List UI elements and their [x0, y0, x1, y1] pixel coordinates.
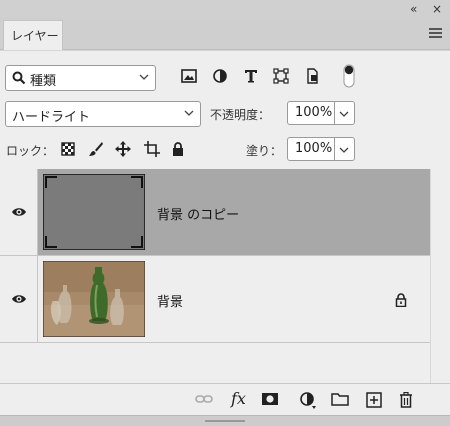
type-filter-icon[interactable]: [242, 67, 260, 85]
smart-object-filter-icon[interactable]: [303, 67, 321, 85]
filter-kind-label: 種類: [30, 74, 57, 89]
panel-title-bar: « ×: [0, 0, 450, 18]
fx-icon[interactable]: fx: [231, 389, 246, 408]
artboard-crop-icon[interactable]: [144, 141, 160, 157]
visibility-toggle[interactable]: [0, 169, 38, 255]
layer-name: 背景: [157, 295, 184, 310]
chevron-down-icon: [139, 74, 149, 80]
filter-kind-select[interactable]: 種類: [5, 65, 156, 91]
blend-mode-value: ハードライト: [12, 110, 91, 125]
blend-mode-select[interactable]: ハードライト: [5, 101, 201, 127]
lock-label: ロック：: [6, 144, 55, 158]
link-layers-icon[interactable]: [195, 392, 213, 406]
visibility-toggle[interactable]: [0, 256, 38, 342]
layers-panel-body: 種類 ハードライト 不透明度： 100% ロック： 塗り： 100% 背景 のコ…: [0, 51, 450, 383]
trash-icon[interactable]: [399, 392, 413, 408]
adjustment-layer-icon[interactable]: [299, 392, 319, 410]
eye-icon: [12, 208, 26, 216]
adjustment-filter-icon[interactable]: [211, 67, 229, 85]
chevron-down-icon: [184, 110, 194, 116]
fill-input[interactable]: 100%: [287, 137, 335, 161]
lock-icon: [395, 293, 407, 307]
search-icon: [12, 71, 26, 85]
layer-row-background-copy[interactable]: 背景 のコピー: [0, 169, 430, 256]
opacity-label: 不透明度：: [210, 108, 271, 122]
chevron-down-icon: [339, 147, 349, 153]
layer-row-background[interactable]: 背景: [0, 256, 430, 343]
fill-dropdown[interactable]: [335, 137, 355, 161]
filter-toggle-switch[interactable]: [342, 63, 356, 89]
lock-transparent-pixels-icon[interactable]: [60, 141, 76, 157]
panel-tab-bar: レイヤー: [0, 18, 450, 50]
opacity-input[interactable]: 100%: [287, 101, 335, 125]
double-chevron-left-icon[interactable]: «: [410, 1, 417, 17]
chevron-down-icon: [339, 111, 349, 117]
image-filter-icon[interactable]: [180, 67, 198, 85]
group-folder-icon[interactable]: [331, 392, 349, 406]
brush-icon[interactable]: [88, 141, 104, 157]
layer-thumbnail-bottle-photo[interactable]: [43, 261, 145, 337]
opacity-value: 100%: [295, 105, 333, 120]
layer-name: 背景 のコピー: [157, 208, 240, 223]
fill-value: 100%: [295, 141, 333, 156]
layer-list-scrollbar[interactable]: [430, 169, 450, 383]
layers-panel-footer: fx: [0, 383, 450, 415]
close-icon[interactable]: ×: [432, 1, 442, 17]
eye-icon: [12, 295, 26, 303]
tab-layers[interactable]: レイヤー: [3, 20, 63, 50]
layer-thumbnail-copy[interactable]: [43, 174, 145, 250]
new-layer-icon[interactable]: [366, 392, 382, 408]
panel-resize-grip[interactable]: [0, 415, 450, 426]
opacity-dropdown[interactable]: [335, 101, 355, 125]
lock-all-icon[interactable]: [170, 141, 186, 157]
tab-layers-label: レイヤー: [11, 29, 59, 43]
fill-label: 塗り：: [246, 144, 283, 158]
move-icon[interactable]: [115, 141, 131, 157]
shape-filter-icon[interactable]: [272, 67, 290, 85]
hamburger-icon[interactable]: [429, 28, 442, 38]
layer-mask-icon[interactable]: [261, 392, 279, 406]
